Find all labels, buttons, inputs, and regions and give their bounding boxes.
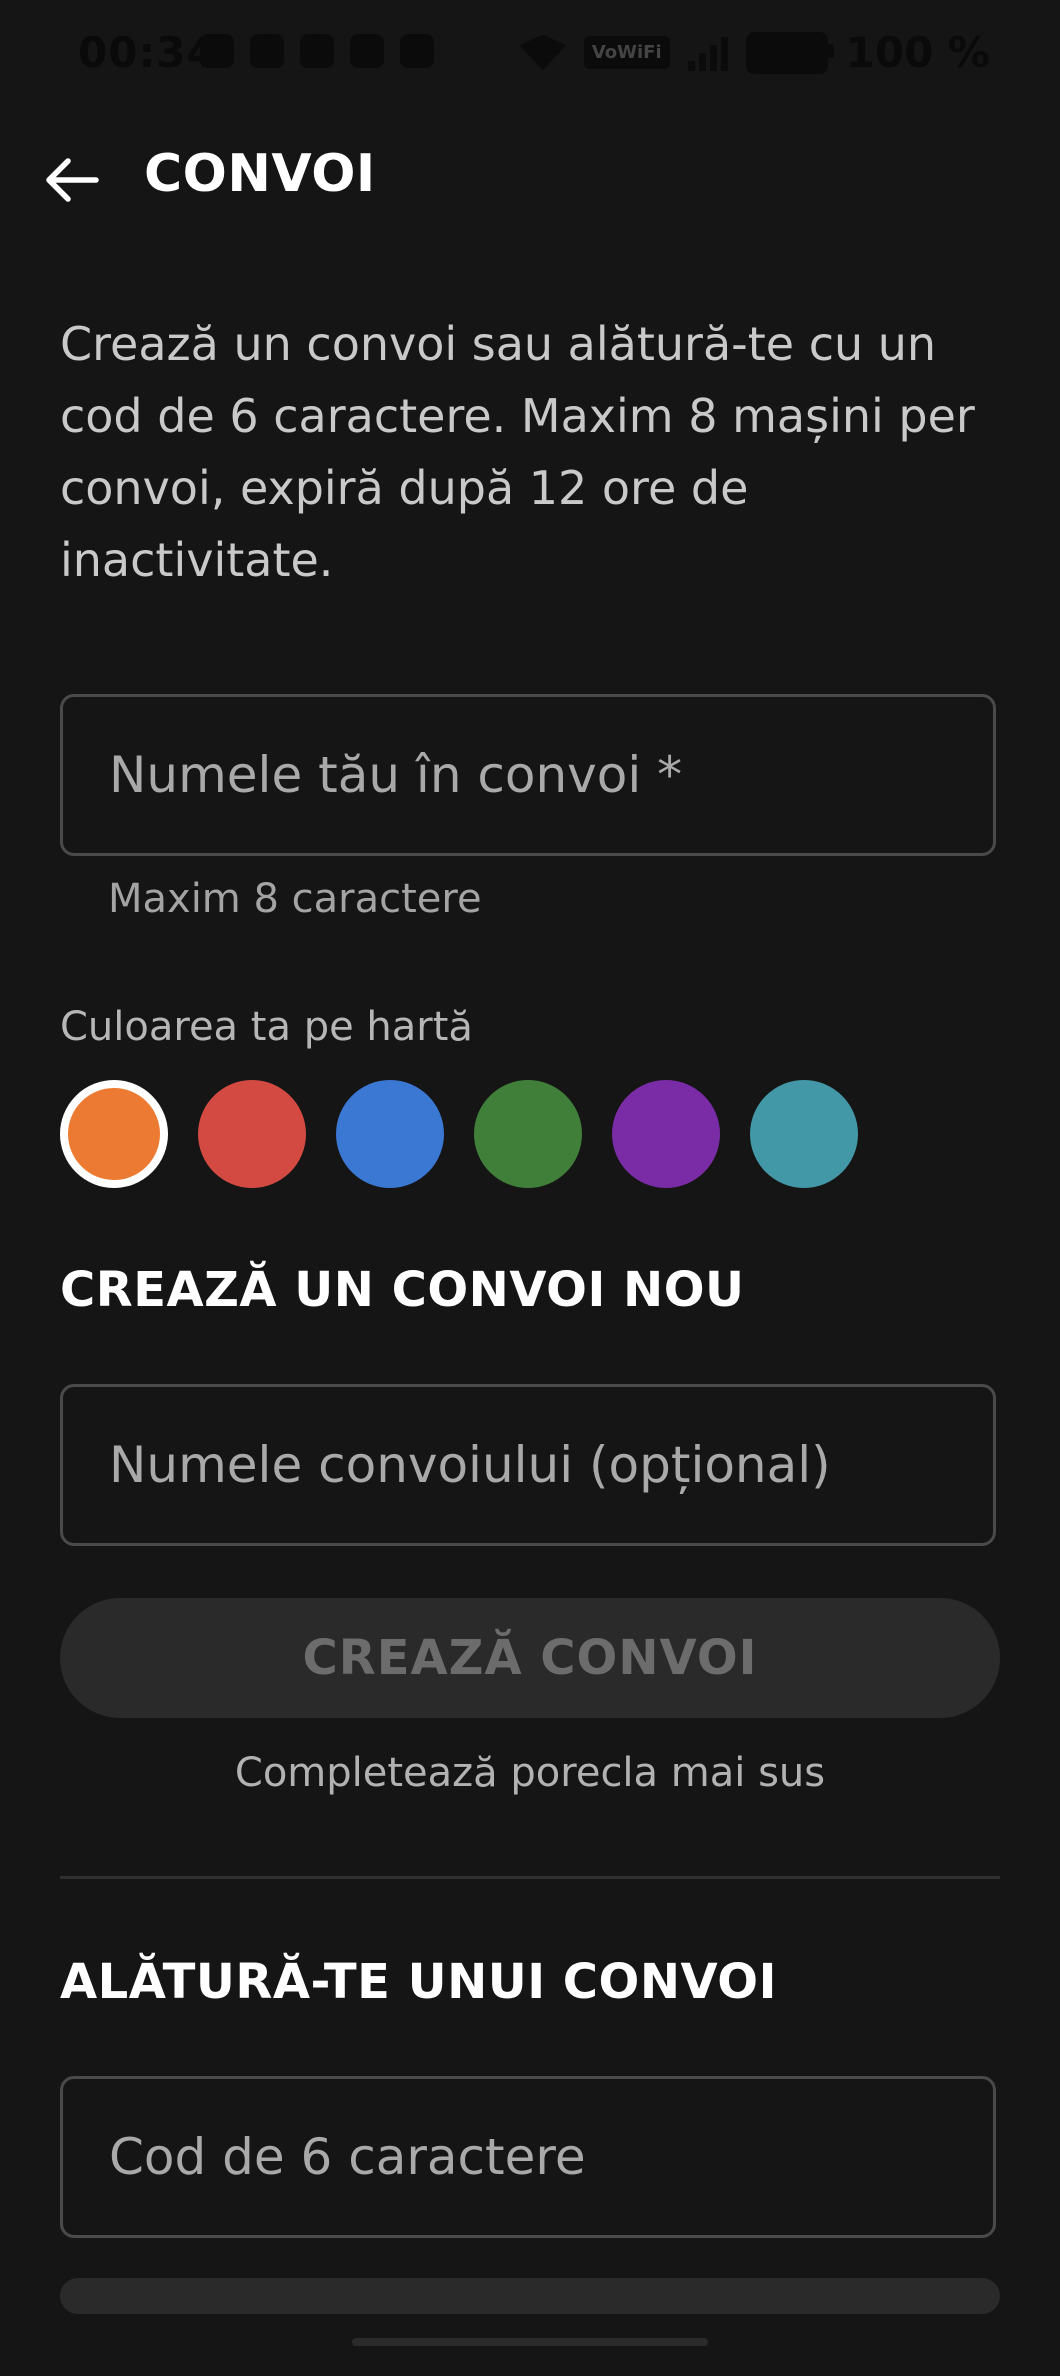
- color-swatches: [60, 1080, 858, 1188]
- color-swatch-1[interactable]: [60, 1080, 168, 1188]
- home-indicator: [352, 2338, 708, 2346]
- vibrate-icon: [250, 34, 284, 68]
- app-icon: [350, 34, 384, 68]
- signal-icon: [687, 35, 728, 71]
- arrow-left-icon: [46, 158, 99, 202]
- top-app-bar: CONVOI: [0, 120, 1060, 230]
- notification-icons: [200, 34, 434, 68]
- create-convoy-hint: Completează porecla mai sus: [234, 1750, 826, 1796]
- whatsapp-icon: [300, 34, 334, 68]
- convoy-name-input[interactable]: [109, 1436, 993, 1494]
- color-swatch-4[interactable]: [474, 1080, 582, 1188]
- join-section-heading: ALĂTURĂ-TE UNUI CONVOI: [60, 1954, 777, 2010]
- convoy-name-field[interactable]: [60, 1384, 996, 1546]
- alarm-icon: [200, 34, 234, 68]
- convoy-description: Crează un convoi sau alătură-te cu un co…: [60, 317, 975, 587]
- system-icons: VoWiFi 100 %: [519, 28, 990, 77]
- convoy-code-field[interactable]: [60, 2076, 996, 2238]
- color-swatch-6[interactable]: [750, 1080, 858, 1188]
- convoy-screen: 00:34 VoWiFi 100 % CONVOI Crează un conv: [0, 0, 1060, 2376]
- page-title: CONVOI: [144, 144, 376, 204]
- color-swatch-2[interactable]: [198, 1080, 306, 1188]
- back-button[interactable]: [36, 144, 108, 216]
- create-convoy-button[interactable]: CREAZĂ CONVOI: [60, 1598, 1000, 1718]
- gmail-icon: [400, 34, 434, 68]
- create-section-heading: CREAZĂ UN CONVOI NOU: [60, 1262, 745, 1318]
- color-picker-label: Culoarea ta pe hartă: [60, 1004, 473, 1050]
- nickname-helper-text: Maxim 8 caractere: [108, 876, 482, 922]
- join-convoy-button[interactable]: [60, 2278, 1000, 2314]
- vowifi-icon: VoWiFi: [583, 36, 670, 69]
- battery-percent: 100 %: [845, 28, 990, 77]
- wifi-icon: [519, 34, 566, 71]
- status-bar: 00:34 VoWiFi 100 %: [0, 0, 1060, 110]
- convoy-code-input[interactable]: [109, 2128, 993, 2186]
- nickname-input[interactable]: [109, 746, 993, 804]
- color-swatch-3[interactable]: [336, 1080, 444, 1188]
- battery-icon: [745, 31, 834, 74]
- status-time: 00:34: [78, 28, 217, 77]
- color-swatch-5[interactable]: [612, 1080, 720, 1188]
- nickname-field[interactable]: [60, 694, 996, 856]
- section-divider: [60, 1876, 1000, 1879]
